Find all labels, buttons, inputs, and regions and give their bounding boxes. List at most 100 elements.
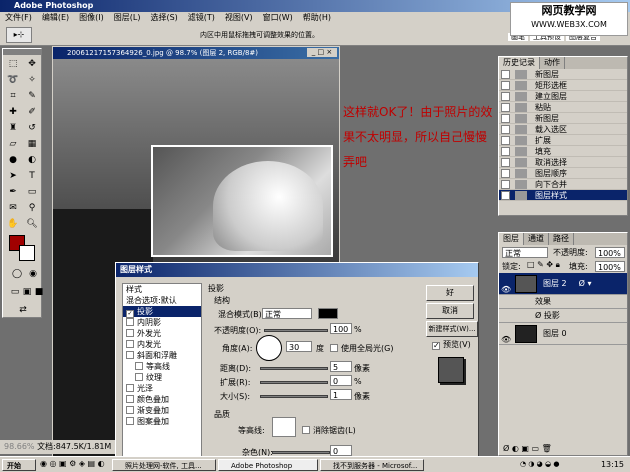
style-list-item[interactable]: 外发光: [123, 328, 201, 339]
style-checkbox[interactable]: [135, 362, 143, 370]
tool-preset-picker[interactable]: ▸⊹: [6, 27, 32, 43]
noise-field[interactable]: 0: [330, 445, 352, 456]
eye-icon[interactable]: 👁︎: [501, 279, 511, 294]
style-list-item[interactable]: 内阴影: [123, 317, 201, 328]
type-icon[interactable]: T: [25, 169, 39, 183]
layers-footer-icons[interactable]: Ø ◐ ▣ ▭ 🗑︎: [503, 444, 552, 453]
layer-opacity-field[interactable]: 100%: [595, 247, 625, 258]
history-state[interactable]: 取消选择: [499, 157, 627, 168]
zoom-level[interactable]: 98.66%: [4, 442, 35, 451]
layer-effects-row[interactable]: 效果: [499, 295, 627, 309]
task-browser-2[interactable]: 找不到服务器 - Microsof...: [320, 459, 424, 471]
style-list-item[interactable]: ✓ 投影: [123, 306, 201, 318]
menu-item[interactable]: 窗口(W): [258, 12, 298, 24]
history-state[interactable]: 粘贴: [499, 102, 627, 113]
zoom-icon[interactable]: 🔍︎: [25, 217, 39, 231]
tab-history[interactable]: 历史记录: [499, 57, 540, 69]
fx-icon[interactable]: Ø ▾: [579, 279, 592, 288]
history-brush-source[interactable]: [501, 81, 510, 90]
history-state[interactable]: 图层顺序: [499, 168, 627, 179]
menu-item[interactable]: 图像(I): [74, 12, 109, 24]
blur-icon[interactable]: ●: [6, 153, 20, 167]
screen-mode-black-icon[interactable]: ■: [32, 285, 46, 299]
mask-icon[interactable]: ◉: [26, 267, 40, 281]
history-state[interactable]: 矩形选框: [499, 80, 627, 91]
style-checkbox[interactable]: [126, 340, 134, 348]
size-slider[interactable]: [260, 395, 328, 398]
slice-icon[interactable]: ✎: [25, 89, 39, 103]
tray-icons[interactable]: ◔ ◑ ◕ ◒ ●: [520, 460, 559, 468]
healing-icon[interactable]: ✚: [6, 105, 20, 119]
notes-icon[interactable]: ✉: [6, 201, 20, 215]
history-brush-source[interactable]: [501, 92, 510, 101]
tab-actions[interactable]: 动作: [540, 57, 565, 69]
task-browser-1[interactable]: 照片处理网-软件, 工具...: [112, 459, 216, 471]
lock-icons[interactable]: □ ✎ ✥ 🔒︎: [527, 260, 560, 270]
style-checkbox[interactable]: [126, 318, 134, 326]
history-brush-source[interactable]: [501, 180, 510, 189]
angle-field[interactable]: 30: [286, 341, 312, 352]
style-list-item[interactable]: 样式: [123, 284, 201, 295]
antialias-checkbox[interactable]: 消除锯齿(L): [302, 425, 356, 436]
blend-mode-select[interactable]: 正常: [502, 247, 548, 258]
marquee-icon[interactable]: ⬚: [6, 57, 20, 71]
layer-row-layer0[interactable]: 👁︎ 图层 0: [499, 323, 627, 345]
size-field[interactable]: 1: [330, 389, 352, 400]
history-brush-source[interactable]: [501, 70, 510, 79]
path-select-icon[interactable]: ➤: [6, 169, 20, 183]
style-list-item[interactable]: 渐变叠加: [123, 405, 201, 416]
history-state[interactable]: 新图层: [499, 69, 627, 80]
preview-checkbox[interactable]: ✓ 预览(V): [432, 339, 471, 350]
style-checkbox[interactable]: [126, 384, 134, 392]
ok-button[interactable]: 好: [426, 285, 474, 301]
tab-paths[interactable]: 路径: [549, 233, 574, 245]
hand-icon[interactable]: ✋: [6, 217, 20, 231]
distance-slider[interactable]: [260, 367, 328, 370]
style-checkbox[interactable]: [126, 406, 134, 414]
background-color-swatch[interactable]: [19, 245, 35, 261]
style-checkbox[interactable]: [135, 373, 143, 381]
menu-item[interactable]: 滤镜(T): [183, 12, 220, 24]
history-brush-source[interactable]: [501, 169, 510, 178]
lasso-icon[interactable]: ➰: [6, 73, 20, 87]
history-brush-source[interactable]: [501, 147, 510, 156]
layer-effect-dropshadow-row[interactable]: Ø 投影: [499, 309, 627, 323]
opacity-field[interactable]: 100: [330, 323, 352, 334]
gradient-icon[interactable]: ▦: [25, 137, 39, 151]
pen-icon[interactable]: ✒: [6, 185, 20, 199]
layer-row-layer2[interactable]: 👁︎ 图层 2 Ø ▾: [499, 273, 627, 295]
menu-item[interactable]: 帮助(H): [298, 12, 336, 24]
tab-layers[interactable]: 图层: [499, 233, 524, 245]
history-brush-source[interactable]: [501, 125, 510, 134]
angle-dial[interactable]: [256, 335, 282, 361]
menu-item[interactable]: 视图(V): [220, 12, 258, 24]
brush-icon[interactable]: ✐: [25, 105, 39, 119]
history-state[interactable]: 向下合并: [499, 179, 627, 190]
style-list-item[interactable]: 纹理: [123, 372, 201, 383]
spread-field[interactable]: 0: [330, 375, 352, 386]
stamp-icon[interactable]: ♜: [6, 121, 20, 135]
style-checkbox[interactable]: [126, 417, 134, 425]
dodge-icon[interactable]: ◐: [25, 153, 39, 167]
eraser-icon[interactable]: ▱: [6, 137, 20, 151]
history-state[interactable]: 扩展: [499, 135, 627, 146]
style-list-item[interactable]: 光泽: [123, 383, 201, 394]
imageready-icon[interactable]: ⇄: [16, 303, 30, 317]
crop-icon[interactable]: ⌗: [6, 89, 20, 103]
pasted-angel-layer[interactable]: [151, 145, 333, 257]
history-brush-icon[interactable]: ↺: [25, 121, 39, 135]
new-style-button[interactable]: 新建样式(W)...: [426, 321, 478, 337]
shape-icon[interactable]: ▭: [25, 185, 39, 199]
history-state[interactable]: 新图层: [499, 113, 627, 124]
menu-item[interactable]: 选择(S): [145, 12, 182, 24]
history-brush-source[interactable]: [501, 103, 510, 112]
style-checkbox[interactable]: [126, 329, 134, 337]
toolbox-grip[interactable]: [3, 49, 41, 55]
history-state[interactable]: 建立图层: [499, 91, 627, 102]
history-state[interactable]: 载入选区: [499, 124, 627, 135]
blend-mode-dropdown[interactable]: 正常: [262, 308, 312, 319]
quickmask-icon[interactable]: ◯: [10, 267, 24, 281]
task-photoshop[interactable]: Adobe Photoshop: [218, 459, 318, 471]
noise-slider[interactable]: [272, 451, 330, 454]
style-checkbox[interactable]: [126, 395, 134, 403]
